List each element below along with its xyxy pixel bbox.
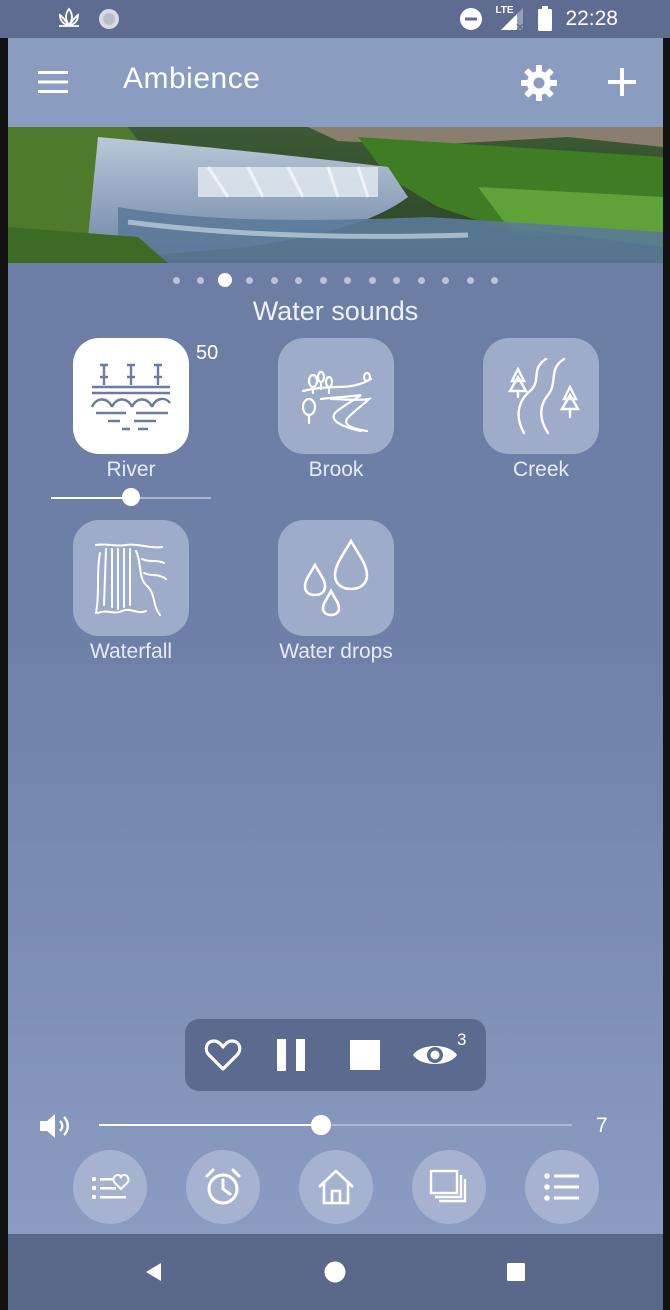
status-time: 22:28: [565, 7, 618, 30]
sound-label-river: River: [106, 458, 156, 481]
do-not-disturb-icon: [460, 8, 483, 30]
scenes-button[interactable]: [412, 1150, 486, 1224]
carousel-dot[interactable]: [164, 272, 189, 288]
master-volume-thumb[interactable]: [311, 1115, 332, 1135]
circle-app-icon: [99, 9, 119, 29]
status-bar: LTE 22:28: [0, 0, 670, 38]
river-volume-fill: [51, 497, 131, 499]
master-volume-slider[interactable]: [99, 1115, 572, 1135]
master-volume-value: 7: [596, 1114, 608, 1137]
brook-icon: [301, 370, 373, 433]
sound-label-waterfall: Waterfall: [89, 640, 173, 663]
home-icon: [318, 1169, 354, 1205]
lte-signal-icon: LTE: [495, 5, 525, 32]
carousel-dot-mark: [319, 276, 327, 284]
plus-icon[interactable]: [605, 65, 639, 99]
stop-icon[interactable]: [345, 1035, 385, 1075]
carousel-dot[interactable]: [311, 272, 336, 288]
view-count-badge: 3: [457, 1030, 467, 1049]
sound-tile-water-drops[interactable]: [278, 520, 394, 636]
timer-button[interactable]: [186, 1150, 260, 1224]
carousel-dot[interactable]: [262, 272, 287, 288]
carousel-dot[interactable]: [287, 272, 312, 288]
carousel-dot[interactable]: [434, 272, 459, 288]
carousel-dot-mark: [368, 276, 376, 284]
carousel-dot-mark: [172, 276, 180, 284]
speaker-icon[interactable]: [38, 1111, 72, 1141]
sound-tile-waterfall[interactable]: [73, 520, 189, 636]
heart-icon[interactable]: [203, 1035, 243, 1075]
battery-icon: [538, 6, 553, 31]
sound-label-brook: Brook: [308, 458, 364, 481]
carousel-dot[interactable]: [458, 272, 483, 288]
sound-tile-brook[interactable]: [278, 338, 394, 454]
network-label: LTE: [495, 5, 514, 16]
creek-icon: [507, 357, 581, 435]
carousel-dot-mark: [442, 276, 450, 284]
sound-tile-creek[interactable]: [483, 338, 599, 454]
carousel-dot[interactable]: [213, 272, 238, 288]
river-bridge-icon: [90, 363, 171, 431]
favorites-list-icon: [92, 1173, 130, 1199]
sound-label-water-drops: Water drops: [279, 640, 393, 663]
favorites-button[interactable]: [73, 1150, 147, 1224]
layers-icon: [429, 1169, 467, 1203]
carousel-dot[interactable]: [385, 272, 410, 288]
carousel-dot-mark: [417, 276, 425, 284]
sound-tile-river[interactable]: [73, 338, 189, 454]
banner-waterfall-image: [8, 127, 663, 263]
carousel-dot-mark: [270, 276, 278, 284]
river-volume-thumb[interactable]: [122, 488, 140, 506]
carousel-indicator[interactable]: [8, 272, 663, 288]
app-screen: Ambience Water sounds 50 River Brook Cre…: [8, 38, 663, 1234]
eye-icon[interactable]: [411, 1035, 459, 1075]
carousel-dot-mark: [246, 276, 254, 284]
pause-icon[interactable]: [271, 1035, 311, 1075]
carousel-dot-mark: [295, 276, 303, 284]
carousel-dot[interactable]: [238, 272, 263, 288]
hamburger-menu-icon[interactable]: [36, 68, 70, 96]
carousel-dot-active: [218, 273, 233, 287]
carousel-dot-mark: [197, 276, 205, 284]
carousel-dot[interactable]: [336, 272, 361, 288]
carousel-dot[interactable]: [189, 272, 214, 288]
section-title: Water sounds: [252, 296, 419, 326]
carousel-dot-mark: [344, 276, 352, 284]
carousel-dot-mark: [466, 276, 474, 284]
system-navigation-bar: [8, 1234, 663, 1310]
master-volume-fill: [99, 1124, 322, 1126]
carousel-dot-mark: [491, 276, 499, 284]
page-title: Ambience: [123, 62, 261, 95]
lotus-icon: [59, 7, 79, 27]
player-controls: 3: [185, 1019, 486, 1091]
river-volume-count: 50: [196, 342, 219, 364]
carousel-dot[interactable]: [409, 272, 434, 288]
recents-icon[interactable]: [504, 1260, 528, 1284]
alarm-clock-icon: [205, 1168, 241, 1205]
river-volume-slider[interactable]: [51, 488, 211, 506]
home-circle-icon[interactable]: [323, 1260, 347, 1284]
water-drops-icon: [303, 538, 369, 617]
sound-label-creek: Creek: [512, 458, 570, 481]
carousel-dot-mark: [393, 276, 401, 284]
carousel-dot[interactable]: [360, 272, 385, 288]
gear-icon[interactable]: [519, 63, 559, 103]
back-icon[interactable]: [142, 1260, 166, 1284]
waterfall-icon: [95, 543, 167, 616]
home-button[interactable]: [299, 1150, 373, 1224]
app-bar: Ambience: [8, 38, 663, 127]
list-icon: [544, 1173, 579, 1201]
list-button[interactable]: [525, 1150, 599, 1224]
carousel-dot[interactable]: [483, 272, 508, 288]
